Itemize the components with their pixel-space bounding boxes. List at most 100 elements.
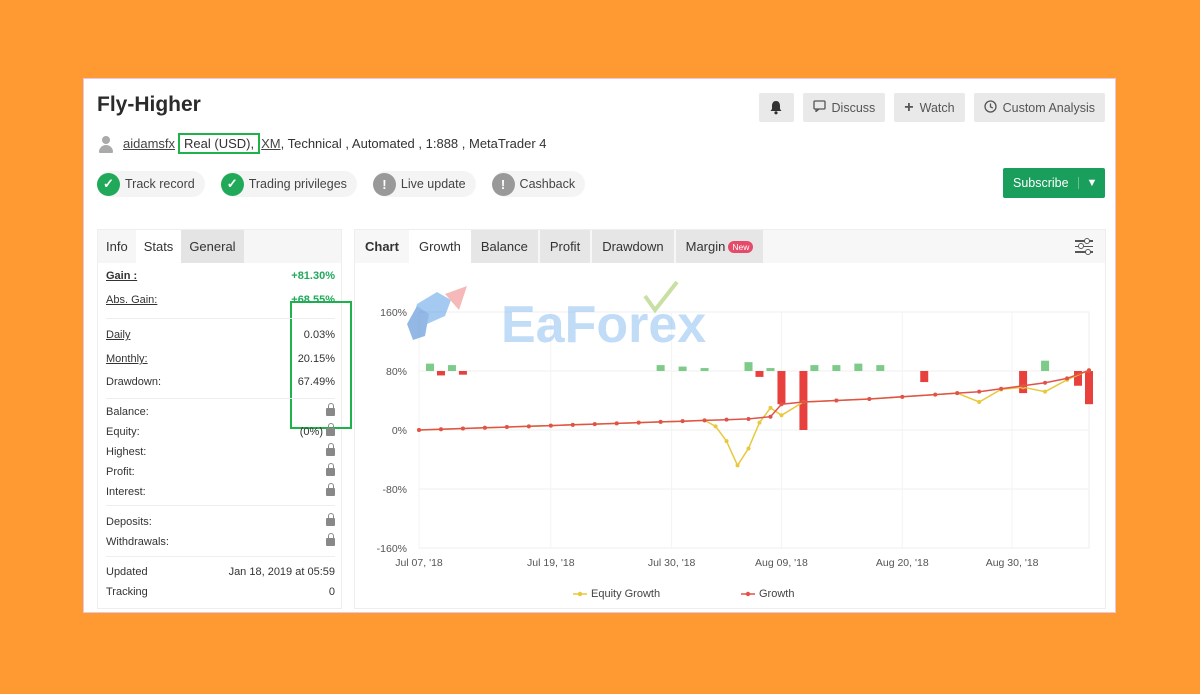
divider xyxy=(106,505,335,506)
bar xyxy=(810,365,819,371)
chart-tabs: Chart Growth Balance Profit Drawdown Mar… xyxy=(355,230,1105,263)
stat-label: Updated xyxy=(106,566,148,578)
stat-label: Daily xyxy=(106,329,131,341)
stat-label: Balance: xyxy=(106,406,149,418)
watch-button[interactable]: + Watch xyxy=(894,93,965,122)
lock-icon xyxy=(326,423,335,436)
lock-icon xyxy=(323,403,335,418)
bar xyxy=(458,371,467,375)
bar xyxy=(425,363,434,371)
check-icon: ✓ xyxy=(220,172,244,196)
stat-gain: Gain : +81.30% xyxy=(106,270,335,282)
x-tick-label: Jul 07, '18 xyxy=(395,557,443,569)
stats-panel: Info Stats General Gain : +81.30% Abs. G… xyxy=(97,229,352,609)
data-point xyxy=(526,424,531,429)
tab-stats[interactable]: Stats xyxy=(135,230,182,263)
legend-growth: Growth xyxy=(759,588,794,600)
data-point xyxy=(834,398,839,403)
y-axis-ticks: 160% 80% 0% -80% -160% xyxy=(377,307,407,555)
data-point xyxy=(1087,368,1091,373)
x-tick-label: Jul 30, '18 xyxy=(648,557,696,569)
chat-icon xyxy=(812,100,826,115)
data-point xyxy=(768,414,773,419)
bell-icon xyxy=(770,101,782,115)
stat-interest: Interest: xyxy=(106,483,335,498)
data-point xyxy=(658,419,663,424)
badge-track-record[interactable]: ✓ Track record xyxy=(97,171,205,197)
divider xyxy=(106,398,335,399)
data-point xyxy=(977,399,982,404)
notify-button[interactable] xyxy=(758,93,794,122)
tab-chart[interactable]: Chart xyxy=(355,230,409,263)
stat-label: Deposits: xyxy=(106,516,152,528)
y-tick-label: 80% xyxy=(386,366,407,378)
new-badge: New xyxy=(728,241,754,254)
badge-trading-privileges[interactable]: ✓ Trading privileges xyxy=(220,171,357,197)
broker-link[interactable]: XM xyxy=(261,136,281,151)
data-point xyxy=(746,416,751,421)
tab-general[interactable]: General xyxy=(181,230,244,263)
stat-label: Gain : xyxy=(106,270,138,282)
badge-cashback[interactable]: ! Cashback xyxy=(491,171,586,197)
chevron-down-icon[interactable]: ▼ xyxy=(1078,177,1105,189)
stat-value: 20.15% xyxy=(297,353,335,365)
bar xyxy=(755,371,764,377)
x-tick-label: Jul 19, '18 xyxy=(527,557,575,569)
plus-icon: + xyxy=(904,98,914,116)
stat-label: Withdrawals: xyxy=(106,536,169,548)
bar xyxy=(876,365,885,371)
data-point xyxy=(955,391,960,396)
data-point xyxy=(724,439,729,444)
data-point xyxy=(746,446,751,451)
data-point xyxy=(1021,383,1026,388)
username-link[interactable]: aidamsfx xyxy=(123,136,175,151)
badge-label: Trading privileges xyxy=(248,177,347,191)
clock-icon xyxy=(983,99,997,116)
bar xyxy=(656,365,665,371)
stat-label: Monthly: xyxy=(106,353,148,365)
chart-legend: Equity Growth Growth xyxy=(573,588,794,600)
stat-value: +68.55% xyxy=(291,294,335,306)
tab-margin[interactable]: Margin New xyxy=(675,230,764,263)
data-point xyxy=(779,413,784,418)
stat-label: Drawdown: xyxy=(106,376,162,388)
data-point xyxy=(460,426,465,431)
badge-label: Cashback xyxy=(519,177,576,191)
tab-profit[interactable]: Profit xyxy=(539,230,591,263)
tab-info[interactable]: Info xyxy=(98,230,136,263)
data-point xyxy=(592,422,597,427)
bar xyxy=(1019,371,1028,394)
stat-monthly: Monthly: 20.15% xyxy=(106,353,335,365)
data-point xyxy=(1043,380,1048,385)
badge-label: Track record xyxy=(125,177,195,191)
y-tick-label: 160% xyxy=(380,307,407,319)
data-point xyxy=(1065,376,1070,381)
stat-value: (0%) xyxy=(299,426,323,438)
discuss-button[interactable]: Discuss xyxy=(802,93,886,122)
tab-balance[interactable]: Balance xyxy=(470,230,538,263)
stat-value: 0 xyxy=(328,586,335,598)
subscribe-label: Subscribe xyxy=(1013,176,1069,190)
stat-label: Abs. Gain: xyxy=(106,294,158,306)
stat-label: Interest: xyxy=(106,486,146,498)
data-point xyxy=(482,425,487,430)
stat-abs-gain: Abs. Gain: +68.55% xyxy=(106,294,335,306)
data-point xyxy=(977,389,982,394)
x-tick-label: Aug 20, '18 xyxy=(876,557,929,569)
custom-analysis-button[interactable]: Custom Analysis xyxy=(973,93,1105,122)
data-point xyxy=(724,417,729,422)
data-point xyxy=(417,428,421,432)
bar xyxy=(447,365,456,371)
stat-value: 67.49% xyxy=(297,376,335,388)
bar xyxy=(777,371,786,405)
tab-growth[interactable]: Growth xyxy=(408,230,471,263)
badge-live-update[interactable]: ! Live update xyxy=(372,171,476,197)
chart-settings-icon[interactable] xyxy=(1075,237,1093,255)
tab-drawdown[interactable]: Drawdown xyxy=(592,230,674,263)
x-tick-label: Aug 30, '18 xyxy=(986,557,1039,569)
system-title: Fly-Higher xyxy=(97,93,201,116)
subscribe-button[interactable]: Subscribe ▼ xyxy=(1003,168,1105,198)
stat-equity: Equity: (0%) xyxy=(106,423,335,438)
y-tick-label: 0% xyxy=(392,425,407,437)
divider xyxy=(106,556,335,557)
